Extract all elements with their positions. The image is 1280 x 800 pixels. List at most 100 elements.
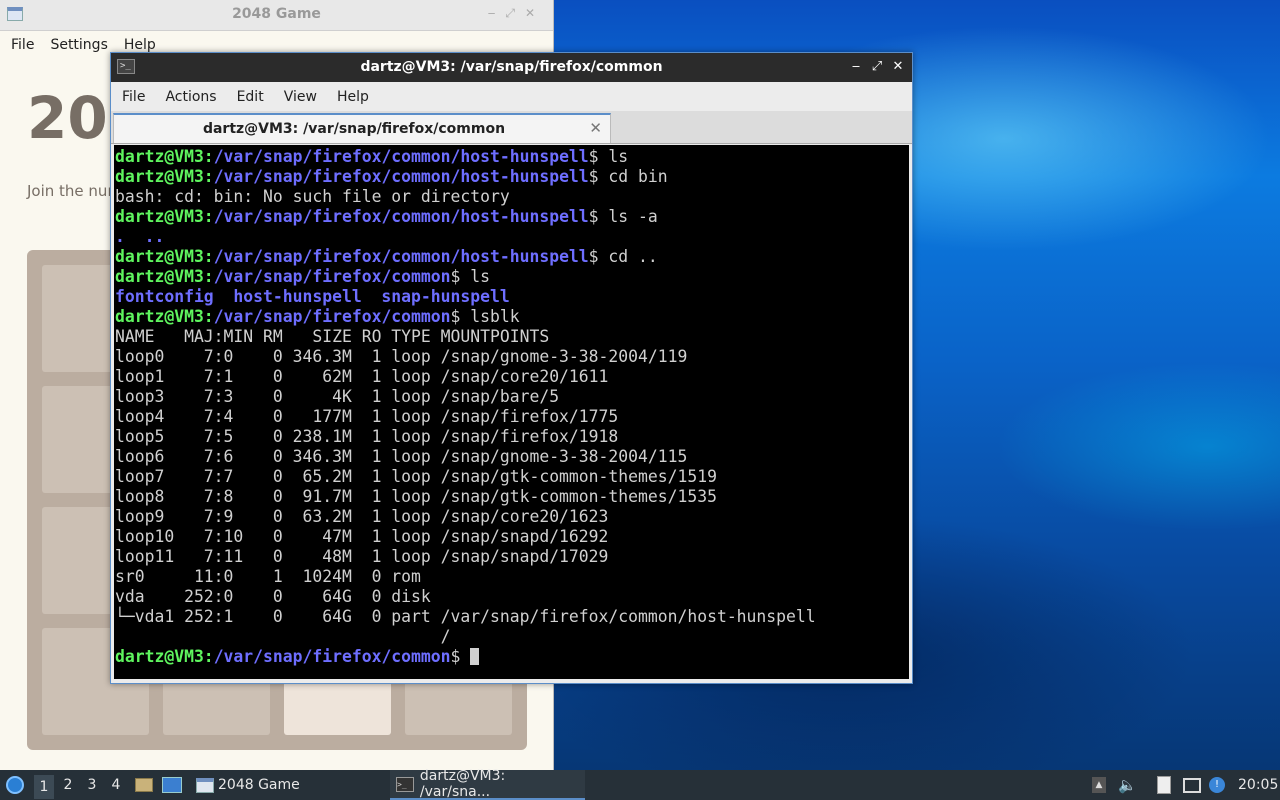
close-icon[interactable]: ✕	[888, 57, 908, 77]
volume-button[interactable]: 🔈	[1118, 770, 1137, 800]
clock[interactable]: 20:05	[1238, 770, 1278, 800]
prompt-user: dartz@VM3:	[115, 147, 214, 166]
game-menu-help[interactable]: Help	[124, 37, 156, 53]
terminal-line: dartz@VM3:/var/snap/firefox/common/host-…	[115, 207, 909, 227]
terminal-line: loop1 7:1 0 62M 1 loop /snap/core20/1611	[115, 367, 909, 387]
show-desktop-button[interactable]	[162, 770, 182, 800]
game-window-controls[interactable]: ‒⤢✕	[488, 6, 545, 21]
menu-actions[interactable]: Actions	[165, 89, 216, 105]
command-text: $ cd ..	[588, 247, 658, 266]
clipboard-button[interactable]	[1157, 770, 1171, 800]
menu-file[interactable]: File	[122, 89, 145, 105]
terminal-line: dartz@VM3:/var/snap/firefox/common$ ls	[115, 267, 909, 287]
prompt-path: /var/snap/firefox/common/host-hunspell	[213, 167, 589, 186]
prompt-user: dartz@VM3:	[115, 207, 214, 226]
command-text: $ lsblk	[450, 307, 520, 326]
task-2048-game[interactable]: 2048 Game	[190, 770, 387, 800]
output-text: sr0 11:0 1 1024M 0 rom	[115, 567, 421, 586]
workspace-1[interactable]: 1	[34, 774, 54, 799]
game-window-title: 2048 Game	[232, 6, 321, 22]
tray-expand-button[interactable]: ▲	[1092, 770, 1106, 800]
tray-up-arrow-icon: ▲	[1092, 777, 1106, 793]
task-terminal[interactable]: >_ dartz@VM3: /var/sna...	[390, 768, 585, 800]
workspace-3[interactable]: 3	[82, 777, 102, 793]
output-text: loop1 7:1 0 62M 1 loop /snap/core20/1611	[115, 367, 609, 386]
prompt-path: /var/snap/firefox/common/host-hunspell	[213, 147, 589, 166]
network-icon	[1183, 777, 1201, 793]
terminal-window: >_ dartz@VM3: /var/snap/firefox/common ‒…	[110, 52, 913, 684]
output-text: loop6 7:6 0 346.3M 1 loop /snap/gnome-3-…	[115, 447, 688, 466]
output-text: loop10 7:10 0 47M 1 loop /snap/snapd/162…	[115, 527, 609, 546]
terminal-line: /	[115, 627, 909, 647]
terminal-line: bash: cd: bin: No such file or directory	[115, 187, 909, 207]
updates-button[interactable]: !	[1209, 770, 1225, 800]
terminal-output[interactable]: dartz@VM3:/var/snap/firefox/common/host-…	[114, 145, 909, 679]
output-text: loop4 7:4 0 177M 1 loop /snap/firefox/17…	[115, 407, 619, 426]
prompt-user: dartz@VM3:	[115, 267, 214, 286]
output-text: └─vda1 252:1 0 64G 0 part /var/snap/fire…	[115, 607, 816, 626]
terminal-tab-label: dartz@VM3: /var/snap/firefox/common	[202, 121, 506, 137]
start-menu-button[interactable]	[6, 770, 24, 800]
network-button[interactable]	[1183, 770, 1201, 800]
window-icon	[196, 777, 214, 793]
taskbar: 1 2 3 4 2048 Game >_ dartz@VM3: /var/sna…	[0, 768, 1280, 800]
update-notifier-icon: !	[1209, 777, 1225, 793]
app-menu-icon	[6, 776, 24, 794]
minimize-icon[interactable]: ‒	[846, 57, 866, 77]
task-label: dartz@VM3: /var/sna...	[419, 768, 506, 800]
output-text: /	[115, 627, 451, 646]
task-label: 2048 Game	[218, 777, 300, 793]
output-text: loop11 7:11 0 48M 1 loop /snap/snapd/170…	[115, 547, 609, 566]
terminal-line: loop4 7:4 0 177M 1 loop /snap/firefox/17…	[115, 407, 909, 427]
output-text: loop3 7:3 0 4K 1 loop /snap/bare/5	[115, 387, 560, 406]
clock-time: 20:05	[1238, 777, 1279, 793]
file-manager-launcher[interactable]	[135, 770, 153, 800]
maximize-icon[interactable]: ⤢	[867, 57, 887, 77]
game-titlebar[interactable]: 2048 Game ‒⤢✕	[0, 0, 553, 31]
game-menu-file[interactable]: File	[11, 37, 34, 53]
output-text: loop8 7:8 0 91.7M 1 loop /snap/gtk-commo…	[115, 487, 717, 506]
terminal-tab[interactable]: dartz@VM3: /var/snap/firefox/common ✕	[113, 113, 611, 143]
terminal-line: loop9 7:9 0 63.2M 1 loop /snap/core20/16…	[115, 507, 909, 527]
menu-edit[interactable]: Edit	[237, 89, 264, 105]
output-text: loop5 7:5 0 238.1M 1 loop /snap/firefox/…	[115, 427, 619, 446]
workspace-4[interactable]: 4	[106, 777, 126, 793]
prompt-user: dartz@VM3:	[115, 307, 214, 326]
terminal-titlebar[interactable]: >_ dartz@VM3: /var/snap/firefox/common ‒…	[111, 53, 912, 82]
menu-help[interactable]: Help	[337, 89, 369, 105]
terminal-line: └─vda1 252:1 0 64G 0 part /var/snap/fire…	[115, 607, 909, 627]
folder-icon	[135, 778, 153, 792]
prompt-path: /var/snap/firefox/common	[213, 267, 451, 286]
terminal-line: vda 252:0 0 64G 0 disk	[115, 587, 909, 607]
command-text: $	[450, 647, 471, 666]
terminal-line: sr0 11:0 1 1024M 0 rom	[115, 567, 909, 587]
terminal-line: dartz@VM3:/var/snap/firefox/common$ lsbl…	[115, 307, 909, 327]
command-text: $ ls	[450, 267, 491, 286]
command-text: $ ls -a	[588, 207, 658, 226]
command-text: $ cd bin	[588, 167, 668, 186]
terminal-line: loop5 7:5 0 238.1M 1 loop /snap/firefox/…	[115, 427, 909, 447]
terminal-line: loop10 7:10 0 47M 1 loop /snap/snapd/162…	[115, 527, 909, 547]
prompt-user: dartz@VM3:	[115, 167, 214, 186]
game-menu-settings[interactable]: Settings	[50, 37, 107, 53]
workspace-2[interactable]: 2	[58, 777, 78, 793]
terminal-line: loop0 7:0 0 346.3M 1 loop /snap/gnome-3-…	[115, 347, 909, 367]
volume-icon: 🔈	[1118, 776, 1137, 794]
clipboard-icon	[1157, 776, 1171, 794]
workspace-switcher: 1 2 3 4	[34, 770, 126, 800]
prompt-path: /var/snap/firefox/common/host-hunspell	[213, 207, 589, 226]
tab-close-icon[interactable]: ✕	[589, 119, 602, 137]
output-text: NAME MAJ:MIN RM SIZE RO TYPE MOUNTPOINTS	[115, 327, 550, 346]
directory-listing: . ..	[115, 227, 165, 246]
terminal-line: . ..	[115, 227, 909, 247]
output-text: vda 252:0 0 64G 0 disk	[115, 587, 431, 606]
prompt-path: /var/snap/firefox/common	[213, 307, 451, 326]
prompt-path: /var/snap/firefox/common	[213, 647, 451, 666]
desktop-icon	[162, 777, 182, 793]
menu-view[interactable]: View	[284, 89, 317, 105]
game-intro-text: Join the nur	[27, 182, 114, 200]
command-text: $ ls	[588, 147, 629, 166]
terminal-line: dartz@VM3:/var/snap/firefox/common/host-…	[115, 247, 909, 267]
terminal-line: fontconfig host-hunspell snap-hunspell	[115, 287, 909, 307]
terminal-line: dartz@VM3:/var/snap/firefox/common$	[115, 647, 909, 667]
